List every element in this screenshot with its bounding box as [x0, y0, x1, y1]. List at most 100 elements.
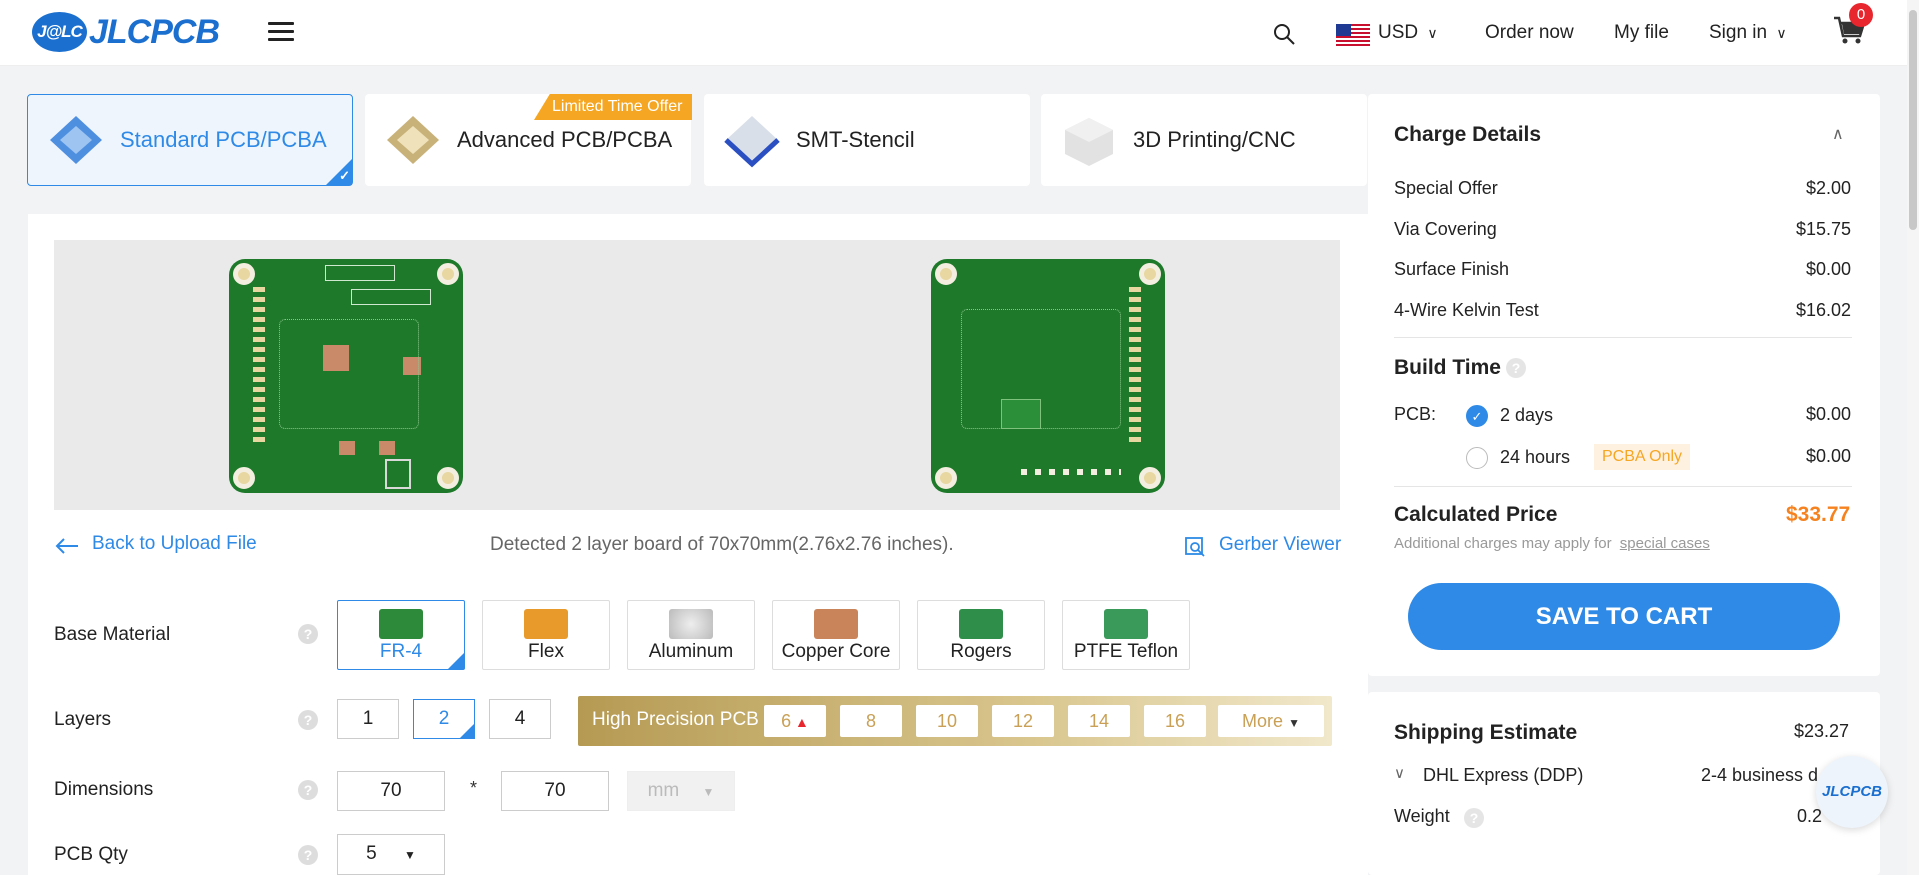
- logo-badge: J@LC: [32, 12, 87, 52]
- menu-icon[interactable]: [268, 22, 294, 44]
- material-option-ptfe-teflon[interactable]: PTFE Teflon: [1062, 600, 1190, 670]
- build-option-label: 24 hours: [1500, 447, 1571, 467]
- build-option-value: $0.00: [1806, 404, 1852, 424]
- material-option-copper-core[interactable]: Copper Core: [772, 600, 900, 670]
- help-icon[interactable]: ?: [298, 710, 318, 730]
- fire-icon: ▲: [791, 714, 809, 730]
- unit-select[interactable]: mm ▼: [627, 771, 735, 811]
- tab-label: Advanced PCB/PCBA: [457, 127, 673, 152]
- shipping-estimate-title: Shipping Estimate: [1394, 721, 1578, 744]
- my-file-link[interactable]: My file: [1614, 22, 1669, 44]
- 3d-printing-icon: [1065, 118, 1113, 166]
- material-label: Aluminum: [648, 641, 734, 662]
- note-text: Additional charges may apply for: [1394, 535, 1612, 552]
- material-label: PTFE Teflon: [1073, 641, 1179, 662]
- chevron-down-icon[interactable]: ∨: [1394, 764, 1405, 782]
- caret-down-icon: ▼: [702, 785, 715, 799]
- jlcpcb-logo[interactable]: J@LC JLCPCB: [32, 12, 220, 52]
- us-flag-icon: [1336, 24, 1370, 46]
- base-material-label: Base Material: [54, 624, 171, 645]
- gerber-viewer-link[interactable]: Gerber Viewer: [1219, 534, 1341, 556]
- hp-layer-option-10[interactable]: 10: [916, 705, 978, 737]
- shipping-method[interactable]: DHL Express (DDP): [1423, 765, 1583, 786]
- hp-layer-option-14[interactable]: 14: [1068, 705, 1130, 737]
- hp-layer-option-6[interactable]: 6 ▲: [764, 705, 826, 737]
- unit-value: mm: [647, 780, 680, 801]
- shipping-estimate-value: $23.27: [1794, 721, 1850, 741]
- gerber-viewer-icon[interactable]: [1184, 536, 1206, 558]
- caret-down-icon: ▼: [1288, 716, 1300, 730]
- hp-layer-option-12[interactable]: 12: [992, 705, 1054, 737]
- selected-corner: [448, 653, 464, 669]
- help-icon[interactable]: ?: [1464, 808, 1484, 828]
- build-2-days-radio[interactable]: ✓: [1466, 405, 1488, 427]
- dimension-width-input[interactable]: 70: [337, 771, 445, 811]
- material-label: Rogers: [950, 641, 1012, 662]
- arrow-left-icon[interactable]: [54, 536, 80, 556]
- help-icon[interactable]: ?: [298, 780, 318, 800]
- material-option-fr4[interactable]: FR-4: [337, 600, 465, 670]
- calculated-price-value: $33.77: [1786, 503, 1851, 526]
- charge-item-label: Via Covering: [1394, 219, 1497, 239]
- logo-text: JLCPCB: [89, 12, 220, 51]
- tab-3d-printing[interactable]: 3D Printing/CNC: [1041, 94, 1367, 186]
- tab-smt-stencil[interactable]: SMT-Stencil: [704, 94, 1030, 186]
- hp-layer-option-8[interactable]: 8: [840, 705, 902, 737]
- sign-in-menu[interactable]: Sign in ∨: [1709, 22, 1787, 44]
- save-to-cart-button[interactable]: SAVE TO CART: [1408, 583, 1840, 650]
- currency-label: USD: [1378, 22, 1419, 43]
- pcb-qty-label: PCB Qty: [54, 844, 128, 865]
- layer-option-4[interactable]: 4: [489, 699, 551, 739]
- help-icon[interactable]: ?: [298, 845, 318, 865]
- aluminum-icon: [669, 609, 713, 639]
- material-label: Flex: [528, 641, 564, 662]
- charge-item-value: $15.75: [1796, 219, 1852, 239]
- build-time-title: Build Time: [1394, 356, 1501, 379]
- pcb-top-view: [229, 259, 463, 493]
- stencil-icon: [724, 116, 780, 168]
- weight-value: 0.2: [1797, 806, 1823, 826]
- help-icon[interactable]: ?: [1506, 358, 1526, 378]
- material-option-rogers[interactable]: Rogers: [917, 600, 1045, 670]
- chevron-up-icon[interactable]: ∧: [1832, 124, 1844, 144]
- search-icon[interactable]: [1272, 22, 1296, 46]
- build-24-hours-radio[interactable]: [1466, 447, 1488, 469]
- more-layers-dropdown[interactable]: More ▼: [1218, 705, 1324, 737]
- charge-item-label: 4-Wire Kelvin Test: [1394, 300, 1539, 320]
- charge-item-value: $2.00: [1806, 178, 1852, 198]
- hp-layer-value: 6: [781, 711, 792, 731]
- charge-item-label: Surface Finish: [1394, 259, 1510, 279]
- selected-corner: [460, 724, 474, 738]
- layer-option-1[interactable]: 1: [337, 699, 399, 739]
- layers-label: Layers: [54, 709, 112, 730]
- calculated-price-label: Calculated Price: [1394, 503, 1558, 526]
- copper-core-icon: [814, 609, 858, 639]
- ptfe-icon: [1104, 609, 1148, 639]
- hp-layer-option-16[interactable]: 16: [1144, 705, 1206, 737]
- material-label: Copper Core: [781, 641, 891, 662]
- divider: [1394, 486, 1852, 487]
- order-now-link[interactable]: Order now: [1485, 22, 1574, 44]
- material-option-aluminum[interactable]: Aluminum: [627, 600, 755, 670]
- tab-standard-pcb[interactable]: Standard PCB/PCBA ✓: [27, 94, 353, 186]
- layer-option-2[interactable]: 2: [413, 699, 475, 739]
- flex-icon: [524, 609, 568, 639]
- special-cases-link[interactable]: special cases: [1620, 535, 1710, 552]
- back-to-upload-link[interactable]: Back to Upload File: [92, 533, 257, 555]
- help-icon[interactable]: ?: [298, 624, 318, 644]
- pcb-qty-select[interactable]: 5 ▼: [337, 834, 445, 875]
- divider: [1394, 337, 1852, 338]
- charge-item-value: $16.02: [1796, 300, 1852, 320]
- material-option-flex[interactable]: Flex: [482, 600, 610, 670]
- dimension-height-input[interactable]: 70: [501, 771, 609, 811]
- material-label: FR-4: [379, 641, 423, 662]
- scrollbar-thumb[interactable]: [1909, 10, 1917, 230]
- build-option-label: 2 days: [1500, 405, 1554, 425]
- weight-label: Weight: [1394, 806, 1450, 826]
- tab-label: 3D Printing/CNC: [1133, 127, 1296, 152]
- shipping-duration: 2-4 business d: [1701, 765, 1819, 785]
- currency-selector[interactable]: USD ∨: [1378, 22, 1438, 44]
- cart-count-badge: 0: [1849, 3, 1873, 27]
- rogers-icon: [959, 609, 1003, 639]
- jlcpcb-chat-widget[interactable]: JLCPCB: [1816, 756, 1888, 828]
